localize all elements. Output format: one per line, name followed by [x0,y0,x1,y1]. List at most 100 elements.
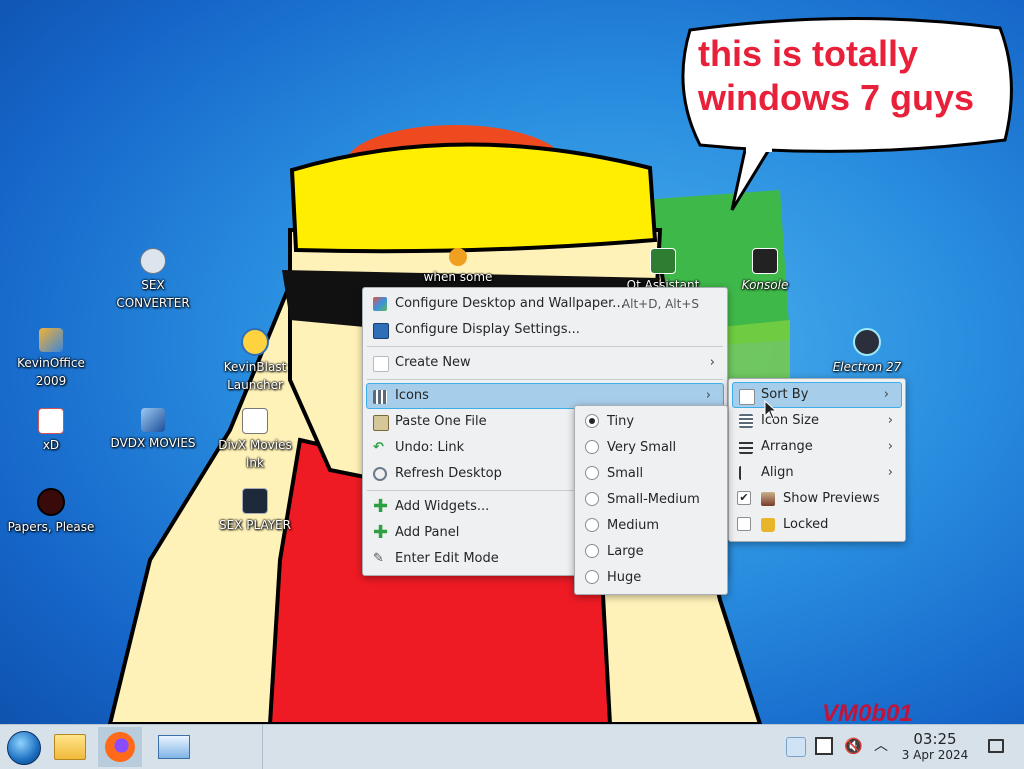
desktop-icon-label: KevinBlast Launcher [223,360,287,392]
desktop-icon-sex-player[interactable]: SEX PLAYER [207,488,303,534]
menu-item-label: Locked [783,517,829,532]
folder-icon [54,734,86,760]
size-option-label: Medium [607,518,659,533]
locked-checkbox[interactable] [737,517,751,531]
terminal-icon [242,488,268,514]
firefox-icon [105,732,135,762]
xd-icon [38,408,64,434]
menu-item-label: Undo: Link [395,440,465,455]
desktop-icon-papers-please[interactable]: Papers, Please [3,488,99,536]
size-option-label: Very Small [607,440,677,455]
radio-icon [585,570,599,584]
menu-item-label: Configure Display Settings... [395,322,580,337]
menu-item-create-new[interactable]: Create New › [363,350,727,376]
desktop-icon-kevinoffice[interactable]: KevinOffice 2009 [3,328,99,390]
arrange-icon [739,440,753,454]
menu-item-configure-desktop[interactable]: Configure Desktop and Wallpaper... Alt+D… [363,291,727,317]
chevron-right-icon: › [887,439,893,454]
size-option-label: Huge [607,570,642,585]
menu-item-locked[interactable]: Locked [729,512,905,538]
desktop-icon-divx[interactable]: DivX Movies lnk [207,408,303,472]
taskbar-divider [262,725,263,769]
gear-icon [449,248,467,266]
size-option-large[interactable]: Large [575,539,727,565]
desktop-icon-xd[interactable]: xD [3,408,99,454]
align-icon [739,466,755,480]
menu-item-label: Enter Edit Mode [395,551,499,566]
mouse-cursor [764,400,778,420]
menu-item-label: Align [761,465,794,480]
taskbar-file-manager[interactable] [48,728,92,766]
volume-muted-icon[interactable]: 🔇 [844,737,863,755]
desktop-icon-label: SEX CONVERTER [116,278,190,310]
size-option-small[interactable]: Small [575,461,727,487]
size-option-very-small[interactable]: Very Small [575,435,727,461]
menu-item-icon-size[interactable]: Icon Size › [729,408,905,434]
show-previews-checkbox[interactable]: ✔ [737,491,751,505]
menu-separator [367,346,723,347]
menu-item-configure-display[interactable]: Configure Display Settings... [363,317,727,343]
size-option-tiny[interactable]: Tiny [575,409,727,435]
electron-icon [853,328,881,356]
refresh-icon [373,467,387,481]
start-button[interactable] [2,728,46,766]
clipboard-tray-icon[interactable] [815,737,833,755]
icons-grid-icon [373,390,387,404]
desktop-icon-sex-converter[interactable]: SEX CONVERTER [105,248,201,312]
icons-submenu: Sort By › Icon Size › Arrange › Align › … [728,378,906,542]
desktop-icon-label: Papers, Please [7,520,95,534]
size-option-small-medium[interactable]: Small-Medium [575,487,727,513]
clock[interactable]: 03:25 3 Apr 2024 [898,731,972,763]
chevron-up-icon[interactable]: ︿ [874,737,892,755]
start-orb-icon [7,731,41,765]
converter-icon [140,248,166,274]
desktop-icon-when-some[interactable]: when some [410,248,506,286]
menu-item-label: Configure Desktop and Wallpaper... [395,296,625,311]
taskbar-system-settings[interactable] [152,728,196,766]
desktop-icon-label: Electron 27 [832,360,902,374]
shortcut-label: Alt+D, Alt+S [621,297,699,311]
radio-icon [585,466,599,480]
menu-separator [367,379,723,380]
bluetooth-tray-icon[interactable] [786,737,806,757]
add-icon: ✚ [373,496,389,517]
chevron-right-icon: › [883,387,889,402]
size-option-medium[interactable]: Medium [575,513,727,539]
clock-time: 03:25 [913,730,957,748]
radio-icon [585,518,599,532]
menu-item-align[interactable]: Align › [729,460,905,486]
menu-item-sort-by[interactable]: Sort By › [732,382,902,408]
icon-size-icon [739,414,753,428]
menu-item-arrange[interactable]: Arrange › [729,434,905,460]
chevron-right-icon: › [887,465,893,480]
clock-date: 3 Apr 2024 [901,748,969,762]
preview-icon [761,492,775,506]
chevron-right-icon: › [887,413,893,428]
display-icon [373,323,389,339]
desktop-icon-kevinblast[interactable]: KevinBlast Launcher [207,328,303,394]
radio-icon [585,440,599,454]
link-icon [242,408,268,434]
launcher-icon [241,328,269,356]
paste-icon [373,415,389,431]
settings-panel-icon [158,735,190,759]
menu-item-show-previews[interactable]: ✔ Show Previews [729,486,905,512]
desktop-icon-electron[interactable]: Electron 27 [819,328,915,376]
radio-selected-icon [585,414,599,428]
undo-icon: ↶ [373,440,384,455]
taskbar-firefox[interactable] [98,727,142,767]
speech-line-2: windows 7 guys [698,77,975,118]
size-option-label: Small-Medium [607,492,700,507]
menu-item-label: Add Panel [395,525,460,540]
desktop-icon-label: when some [423,270,493,284]
lock-icon [761,518,775,532]
show-desktop-icon[interactable] [988,739,1004,753]
size-option-huge[interactable]: Huge [575,565,727,591]
size-option-label: Large [607,544,644,559]
menu-item-label: Arrange [761,439,813,454]
radio-icon [585,492,599,506]
desktop-icon-label: DVDX MOVIES [110,436,196,450]
desktop-icon-dvdx[interactable]: DVDX MOVIES [105,408,201,452]
desktop-icon-konsole[interactable]: Konsole [717,248,813,294]
desktop-icon-label: xD [42,438,60,452]
